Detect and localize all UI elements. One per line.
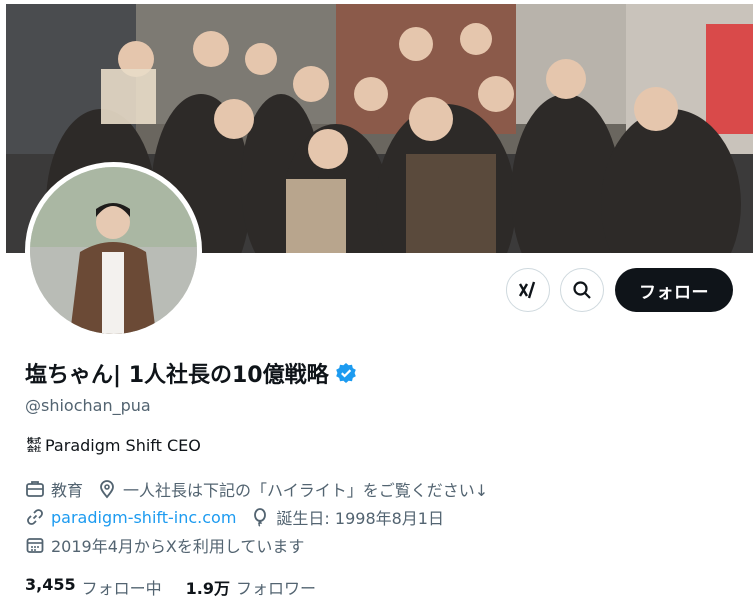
location-pin-icon	[100, 480, 114, 499]
kabushiki-kaisha-symbol: 株式会社	[27, 436, 41, 453]
joined-item: 2019年4月からXを利用しています	[25, 533, 304, 557]
link-icon	[27, 509, 43, 525]
balloon-icon	[254, 508, 267, 527]
follow-button[interactable]: フォロー	[615, 268, 733, 312]
followers-count: 1.9万	[185, 579, 230, 598]
following-stat[interactable]: 3,455 フォロー中	[25, 575, 162, 599]
profile-stats: 3,455 フォロー中 1.9万 フォロワー	[25, 575, 340, 599]
profile-bio: 株式会社 Paradigm Shift CEO	[25, 436, 201, 455]
location-text: 一人社長は下記の「ハイライト」をご覧ください↓	[123, 481, 489, 500]
calendar-icon	[26, 538, 44, 553]
profile-handle: @shiochan_pua	[25, 396, 151, 415]
profile-meta-row-1: 教育 一人社長は下記の「ハイライト」をご覧ください↓	[25, 477, 502, 501]
following-label: フォロー中	[81, 579, 162, 598]
search-button[interactable]	[560, 268, 604, 312]
profile-name: 塩ちゃん| 1人社長の10億戦略	[25, 363, 329, 388]
grok-button[interactable]	[506, 268, 550, 312]
profile-meta-row-2: paradigm-shift-inc.com 誕生日: 1998年8月1日	[25, 505, 458, 529]
briefcase-icon	[26, 481, 44, 497]
profile-avatar[interactable]	[25, 162, 202, 339]
profile-name-row: 塩ちゃん| 1人社長の10億戦略	[25, 357, 357, 389]
profile-meta-row-3: 2019年4月からXを利用しています	[25, 533, 318, 557]
verified-badge-icon[interactable]	[335, 362, 357, 384]
website-link[interactable]: paradigm-shift-inc.com	[51, 508, 236, 527]
category-item: 教育	[25, 477, 83, 501]
category-text: 教育	[51, 481, 84, 500]
location-item: 一人社長は下記の「ハイライト」をご覧ください↓	[97, 477, 488, 501]
birthday-text: 誕生日: 1998年8月1日	[276, 509, 444, 528]
following-count: 3,455	[25, 575, 76, 594]
followers-stat[interactable]: 1.9万 フォロワー	[186, 575, 316, 599]
bio-text: Paradigm Shift CEO	[45, 436, 201, 455]
birthday-item: 誕生日: 1998年8月1日	[250, 505, 444, 529]
search-icon	[573, 281, 591, 299]
joined-text: 2019年4月からXを利用しています	[51, 537, 305, 556]
grok-icon	[518, 281, 536, 299]
website-item[interactable]: paradigm-shift-inc.com	[25, 507, 236, 527]
followers-label: フォロワー	[235, 579, 316, 598]
avatar-photo	[30, 167, 197, 334]
